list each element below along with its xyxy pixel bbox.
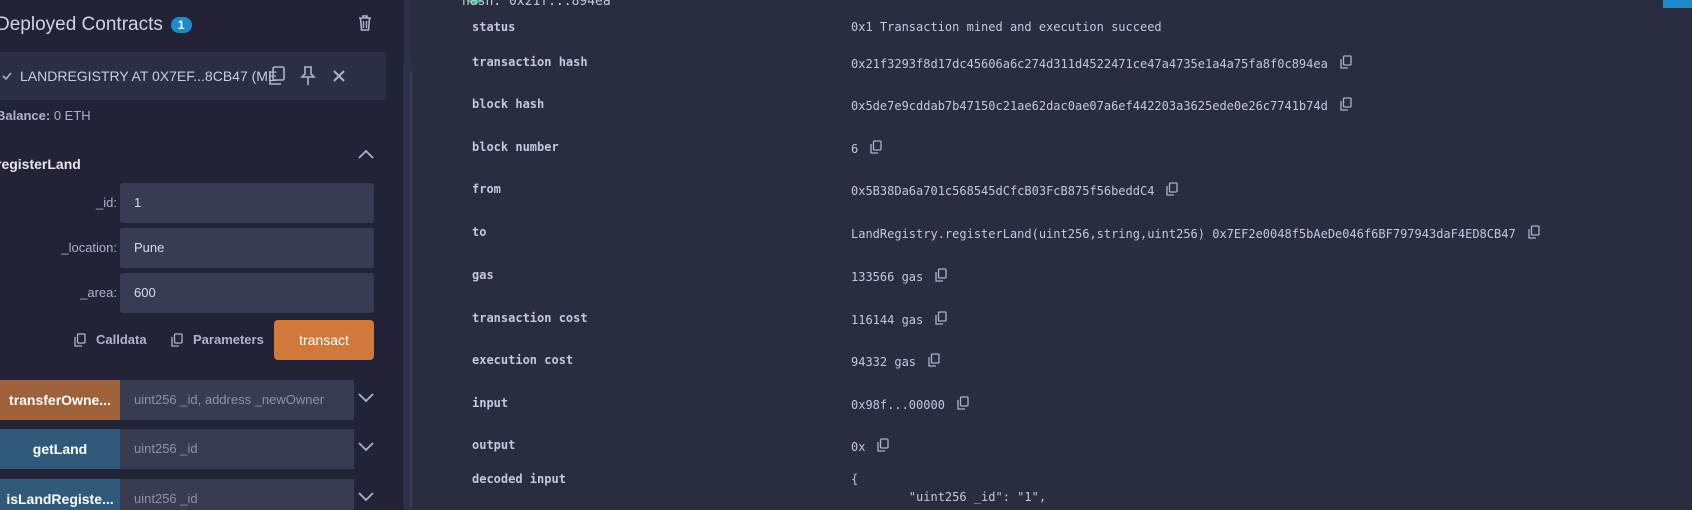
getland-input[interactable]: uint256 _id xyxy=(120,429,354,469)
receipt-value-from: 0x5B38Da6a701c568545dCfcB03FcB875f56bedd… xyxy=(851,182,1179,199)
block-number-value: 6 xyxy=(851,141,859,156)
transaction-cost-value: 116144 gas xyxy=(851,312,924,327)
check-icon[interactable] xyxy=(2,69,12,84)
function-name-registerland: registerLand xyxy=(0,156,81,172)
copy-icon[interactable] xyxy=(870,140,882,157)
pin-icon[interactable] xyxy=(297,65,319,87)
parameters-button[interactable]: Parameters xyxy=(171,332,264,347)
receipt-key: transaction cost xyxy=(472,311,588,325)
input-value: 0x98f...00000 xyxy=(851,397,945,412)
receipt-key: output xyxy=(472,438,516,452)
transaction-receipt: hash: 0x21f...894ea status 0x1 Transacti… xyxy=(412,0,1692,510)
copy-icon[interactable] xyxy=(928,353,940,370)
receipt-value-transaction-cost: 116144 gas xyxy=(851,311,947,328)
param-row-area: _area: 600 xyxy=(0,273,374,313)
param-label: _area: xyxy=(80,285,117,300)
receipt-key: gas xyxy=(472,268,494,282)
receipt-key: block number xyxy=(472,140,559,154)
trash-icon[interactable] xyxy=(357,14,373,32)
receipt-key: execution cost xyxy=(472,353,574,367)
location-input[interactable]: Pune xyxy=(120,228,374,268)
receipt-key: transaction hash xyxy=(472,55,588,69)
copy-icon[interactable] xyxy=(1528,225,1540,242)
receipt-value-input: 0x98f...00000 xyxy=(851,396,969,413)
chevron-down-icon[interactable] xyxy=(358,390,374,408)
receipt-key: decoded input xyxy=(472,472,566,486)
execution-cost-value: 94332 gas xyxy=(851,354,917,369)
id-input[interactable]: 1 xyxy=(120,183,374,223)
getland-button[interactable]: getLand xyxy=(0,429,120,469)
copy-icon[interactable] xyxy=(957,396,969,413)
receipt-value-output: 0x xyxy=(851,438,890,455)
decoded-input-line: "uint256 _id": "1", xyxy=(851,490,1047,504)
contract-count-badge: 1 xyxy=(170,17,192,33)
panel-divider[interactable] xyxy=(404,0,410,510)
copy-icon[interactable] xyxy=(1340,97,1352,114)
copy-icon[interactable] xyxy=(935,268,947,285)
islandregistered-input[interactable]: uint256 _id xyxy=(120,479,354,510)
balance-label: Balance: xyxy=(0,108,51,123)
receipt-key: block hash xyxy=(472,97,545,111)
islandregistered-button[interactable]: isLandRegiste... xyxy=(0,479,120,510)
contract-instance-header[interactable]: LANDREGISTRY AT 0X7EF...8CB47 (MEMOR xyxy=(0,52,386,100)
decoded-input-line: { xyxy=(851,472,859,486)
param-row-id: _id: 1 xyxy=(0,183,374,223)
chevron-down-icon[interactable] xyxy=(358,439,374,457)
copy-icon[interactable] xyxy=(877,438,890,455)
copy-icon xyxy=(171,332,183,347)
to-value: LandRegistry.registerLand(uint256,string… xyxy=(851,226,1516,241)
copy-icon[interactable] xyxy=(1166,182,1179,199)
output-value: 0x xyxy=(851,439,866,454)
param-label: _id: xyxy=(96,195,117,210)
function-row-transferownership: transferOwne... uint256 _id, address _ne… xyxy=(0,380,386,420)
receipt-value-execution-cost: 94332 gas xyxy=(851,353,940,370)
gas-value: 133566 gas xyxy=(851,269,924,284)
transferownership-button[interactable]: transferOwne... xyxy=(0,380,120,420)
receipt-key: input xyxy=(472,396,509,410)
receipt-value-status: 0x1 Transaction mined and execution succ… xyxy=(851,20,1162,34)
transaction-hash-value: 0x21f3293f8d17dc45606a6c274d311d4522471c… xyxy=(851,56,1328,71)
receipt-key: status xyxy=(472,20,516,34)
copy-icon[interactable] xyxy=(266,65,288,87)
area-input[interactable]: 600 xyxy=(120,273,374,313)
receipt-value-gas: 133566 gas xyxy=(851,268,947,285)
from-value: 0x5B38Da6a701c568545dCfcB03FcB875f56bedd… xyxy=(851,183,1155,198)
receipt-key: to xyxy=(472,225,487,239)
balance: Balance: 0 ETH xyxy=(0,108,91,123)
parameters-label: Parameters xyxy=(193,332,264,347)
balance-value: 0 ETH xyxy=(53,108,91,123)
deployed-contracts-header: Deployed Contracts 1 xyxy=(0,8,192,42)
panel-title: Deployed Contracts xyxy=(0,14,163,35)
param-row-location: _location: Pune xyxy=(0,228,374,268)
receipt-value-block-number: 6 xyxy=(851,140,882,157)
copy-icon[interactable] xyxy=(1340,55,1352,72)
close-icon[interactable] xyxy=(328,65,350,87)
receipt-key: from xyxy=(472,182,501,196)
chevron-down-icon[interactable] xyxy=(358,489,374,507)
transact-button[interactable]: transact xyxy=(274,320,374,360)
accent-bar xyxy=(1663,0,1692,8)
copy-icon xyxy=(74,332,86,347)
status-value: 0x1 Transaction mined and execution succ… xyxy=(851,20,1162,34)
contract-title: LANDREGISTRY AT 0X7EF...8CB47 (MEMOR xyxy=(20,68,278,84)
receipt-value-transaction-hash: 0x21f3293f8d17dc45606a6c274d311d4522471c… xyxy=(851,55,1352,72)
copy-icon[interactable] xyxy=(935,311,947,328)
block-hash-value: 0x5de7e9cddab7b47150c21ae62dac0ae07a6ef4… xyxy=(851,98,1328,113)
deployed-contracts-panel: Deployed Contracts 1 LANDREGISTRY AT 0X7… xyxy=(0,0,404,510)
receipt-hash-summary: hash: 0x21f...894ea xyxy=(462,0,611,9)
chevron-up-icon[interactable] xyxy=(358,146,374,164)
receipt-value-to: LandRegistry.registerLand(uint256,string… xyxy=(851,225,1540,242)
calldata-label: Calldata xyxy=(96,332,147,347)
function-row-islandregistered: isLandRegiste... uint256 _id xyxy=(0,479,386,510)
transferownership-input[interactable]: uint256 _id, address _newOwner xyxy=(120,380,354,420)
param-label: _location: xyxy=(61,240,117,255)
function-row-getland: getLand uint256 _id xyxy=(0,429,386,469)
calldata-button[interactable]: Calldata xyxy=(74,332,147,347)
receipt-value-block-hash: 0x5de7e9cddab7b47150c21ae62dac0ae07a6ef4… xyxy=(851,97,1352,114)
